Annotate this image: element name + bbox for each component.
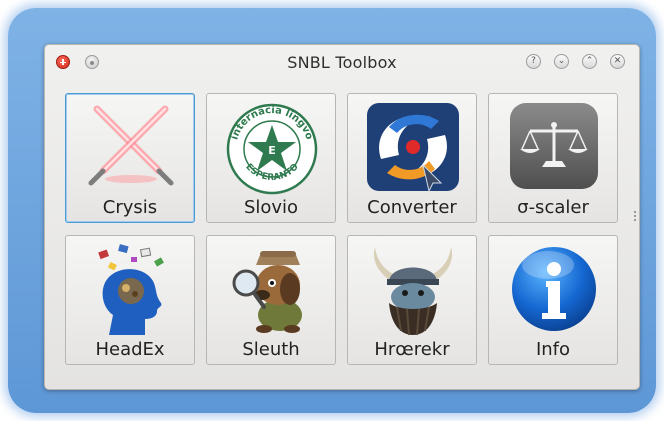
- crossed-lightsabers-icon: [88, 105, 174, 186]
- help-icon[interactable]: ?: [526, 54, 541, 69]
- tool-converter-button[interactable]: Converter: [347, 93, 477, 223]
- tool-label: Converter: [367, 197, 457, 218]
- tool-sleuth-button[interactable]: Sleuth: [206, 235, 336, 365]
- tool-label: HeadEx: [95, 339, 165, 360]
- svg-text:E: E: [268, 144, 276, 157]
- tool-crysis-button[interactable]: Crysis: [65, 93, 195, 223]
- tool-hroerekr-button[interactable]: Hrœrekr: [347, 235, 477, 365]
- detective-dog-icon: [232, 251, 302, 333]
- head-profile-icon: [98, 244, 164, 335]
- converter-swirl-icon: [367, 103, 459, 193]
- tool-info-button[interactable]: Info: [488, 235, 618, 365]
- close-x-icon[interactable]: ✕: [610, 54, 625, 69]
- tool-label: Crysis: [102, 197, 158, 218]
- resize-grip[interactable]: [634, 211, 636, 223]
- tool-label: σ-scaler: [517, 197, 589, 218]
- toolbox-window: SNBL Toolbox ? ⌄ ⌃ ✕ Crysis internacia l…: [44, 44, 640, 390]
- tool-label: Info: [535, 339, 571, 360]
- tool-slovio-button[interactable]: internacia lingvo ESPERANTO E Slovio: [206, 93, 336, 223]
- chevron-down-icon[interactable]: ⌄: [554, 54, 569, 69]
- tool-sigma-scaler-button[interactable]: σ-scaler: [488, 93, 618, 223]
- tool-headex-button[interactable]: HeadEx: [65, 235, 195, 365]
- esperanto-star-seal-icon: internacia lingvo ESPERANTO E: [226, 103, 318, 195]
- tool-label: Sleuth: [242, 339, 300, 360]
- info-icon: [512, 247, 596, 331]
- viking-helmet-icon: [373, 247, 453, 336]
- title-bar[interactable]: SNBL Toolbox ? ⌄ ⌃ ✕: [45, 45, 639, 81]
- tool-label: Slovio: [243, 197, 299, 218]
- balance-scale-icon: [510, 103, 598, 189]
- tool-label: Hrœrekr: [374, 339, 450, 360]
- window-title: SNBL Toolbox: [287, 53, 397, 72]
- tool-grid: Crysis internacia lingvo ESPERANTO E Slo…: [65, 93, 618, 365]
- chevron-up-icon[interactable]: ⌃: [582, 54, 597, 69]
